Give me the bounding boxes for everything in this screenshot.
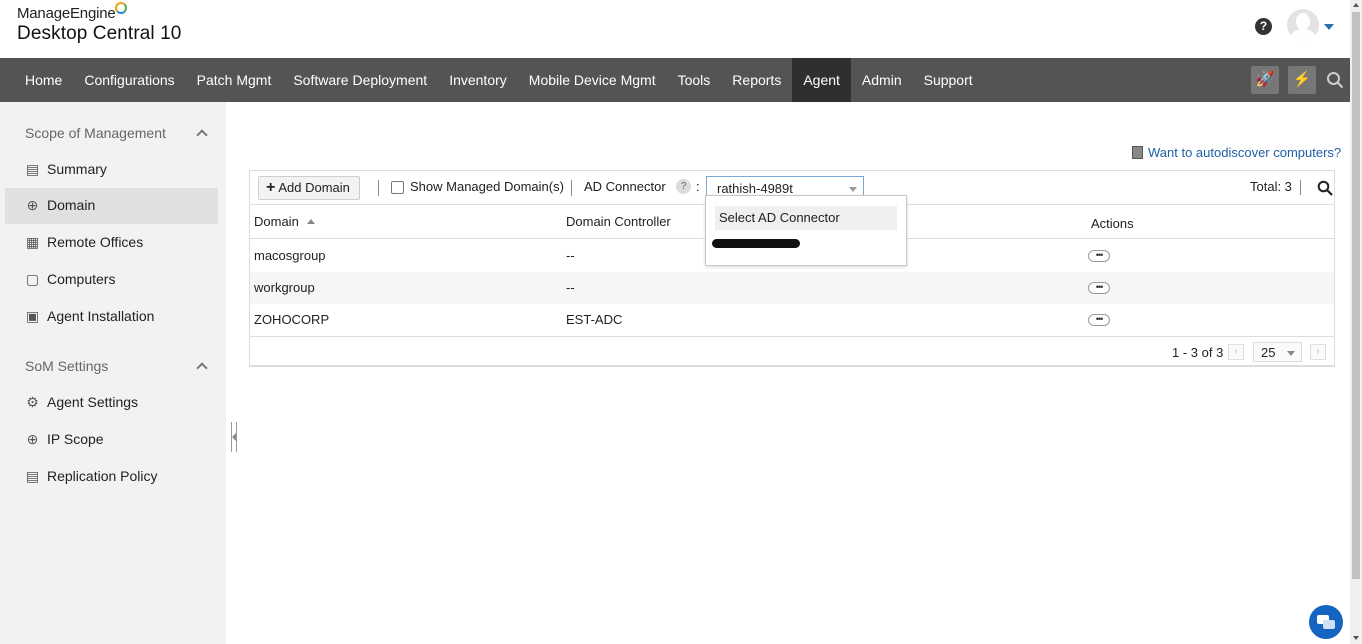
column-actions: Actions [1091, 216, 1134, 231]
sidebar-item-agent-installation[interactable]: ▣ Agent Installation [5, 299, 218, 335]
ad-connector-dropdown: Select AD Connector [705, 195, 907, 266]
divider [1300, 180, 1301, 195]
section-som-settings[interactable]: SoM Settings [25, 358, 108, 374]
chevron-down-icon [1287, 351, 1295, 356]
dropdown-option-redacted[interactable] [712, 239, 800, 248]
bolt-icon[interactable]: ⚡ [1288, 66, 1316, 94]
brand-vendor: ManageEngine [17, 2, 181, 22]
more-actions-icon[interactable]: ••• [1088, 314, 1110, 326]
sidebar-item-summary[interactable]: ▤ Summary [5, 152, 218, 188]
nav-configurations[interactable]: Configurations [73, 58, 185, 102]
dropdown-option-select-ad-connector[interactable]: Select AD Connector [715, 206, 897, 230]
remote-offices-icon: ▦ [25, 234, 40, 250]
nav-mobile-device-mgmt[interactable]: Mobile Device Mgmt [518, 58, 667, 102]
scrollbar-thumb[interactable] [1352, 12, 1360, 579]
chat-icon[interactable] [1309, 605, 1343, 639]
sidebar-item-agent-settings[interactable]: ⚙ Agent Settings [5, 385, 218, 421]
nav-admin[interactable]: Admin [851, 58, 913, 102]
pagination: 1 - 3 of 3 ‹ 25 › [250, 336, 1334, 366]
sort-ascending-icon[interactable] [306, 219, 315, 224]
add-domain-button[interactable]: + Add Domain [258, 176, 360, 200]
divider [571, 180, 572, 196]
chevron-down-icon [849, 187, 857, 192]
sidebar-collapse-handle[interactable] [231, 422, 237, 452]
nav-agent[interactable]: Agent [792, 58, 851, 102]
scroll-down-icon[interactable] [1353, 636, 1359, 640]
rocket-icon[interactable]: 🚀 [1251, 66, 1279, 94]
column-domain[interactable]: Domain [254, 214, 315, 229]
ad-connector-label: AD Connector [584, 179, 666, 194]
sidebar-item-domain[interactable]: ⊕ Domain [5, 188, 218, 224]
nav-support[interactable]: Support [913, 58, 984, 102]
summary-icon: ▤ [25, 161, 40, 177]
ip-scope-icon: ⊕ [26, 431, 39, 447]
nav-patch-mgmt[interactable]: Patch Mgmt [186, 58, 283, 102]
previous-page-button[interactable]: ‹ [1228, 344, 1244, 360]
chevron-down-icon[interactable] [1324, 24, 1334, 30]
section-scope-of-management[interactable]: Scope of Management [25, 125, 166, 141]
chevron-up-icon[interactable] [196, 129, 208, 141]
nav-software-deployment[interactable]: Software Deployment [282, 58, 438, 102]
table-row[interactable]: ZOHOCORP EST-ADC ••• [250, 304, 1334, 336]
brand-product: Desktop Central 10 [17, 23, 182, 44]
brand-logo[interactable]: ManageEngine Desktop Central 10 [17, 2, 182, 45]
app-header: ManageEngine Desktop Central 10 ? [0, 0, 1350, 58]
nav-reports[interactable]: Reports [721, 58, 792, 102]
agent-installation-icon: ▣ [25, 308, 40, 324]
nav-home[interactable]: Home [14, 58, 73, 102]
chevron-up-icon[interactable] [196, 362, 208, 374]
nav-inventory[interactable]: Inventory [438, 58, 518, 102]
total-count: Total: 3 [1250, 179, 1292, 194]
document-edit-icon [1132, 146, 1143, 159]
page-range: 1 - 3 of 3 [1172, 345, 1224, 360]
avatar[interactable] [1287, 9, 1319, 41]
nav-tools[interactable]: Tools [667, 58, 722, 102]
more-actions-icon[interactable]: ••• [1088, 250, 1110, 262]
column-domain-controller[interactable]: Domain Controller [566, 214, 671, 229]
divider [378, 180, 379, 196]
page-size-select[interactable]: 25 [1253, 342, 1302, 362]
help-icon[interactable]: ? [676, 179, 691, 194]
plus-icon: + [266, 179, 276, 196]
sidebar-item-replication-policy[interactable]: ▤ Replication Policy [5, 459, 218, 495]
page-scrollbar[interactable] [1350, 0, 1362, 644]
next-page-button[interactable]: › [1310, 344, 1326, 360]
show-managed-checkbox[interactable] [391, 181, 404, 194]
globe-icon: ⊕ [26, 197, 39, 213]
search-icon[interactable] [1317, 180, 1333, 196]
table-row[interactable]: workgroup -- ••• [250, 272, 1334, 304]
brand-swirl-icon [115, 2, 127, 14]
sidebar: Scope of Management ▤ Summary ⊕ Domain ▦… [0, 102, 226, 644]
sidebar-item-ip-scope[interactable]: ⊕ IP Scope [5, 422, 218, 458]
computers-icon: ▢ [25, 271, 40, 287]
document-icon: ▤ [25, 468, 40, 484]
autodiscover-link[interactable]: Want to autodiscover computers? [1132, 145, 1341, 160]
scroll-up-icon[interactable] [1353, 3, 1359, 7]
gear-icon: ⚙ [26, 394, 39, 410]
main-nav: Home Configurations Patch Mgmt Software … [0, 58, 1350, 102]
sidebar-item-computers[interactable]: ▢ Computers [5, 262, 218, 298]
ad-connector-colon: : [696, 179, 700, 194]
sidebar-item-remote-offices[interactable]: ▦ Remote Offices [5, 225, 218, 261]
search-icon[interactable] [1326, 71, 1344, 89]
show-managed-label[interactable]: Show Managed Domain(s) [410, 179, 564, 194]
help-icon[interactable]: ? [1255, 18, 1272, 35]
more-actions-icon[interactable]: ••• [1088, 282, 1110, 294]
